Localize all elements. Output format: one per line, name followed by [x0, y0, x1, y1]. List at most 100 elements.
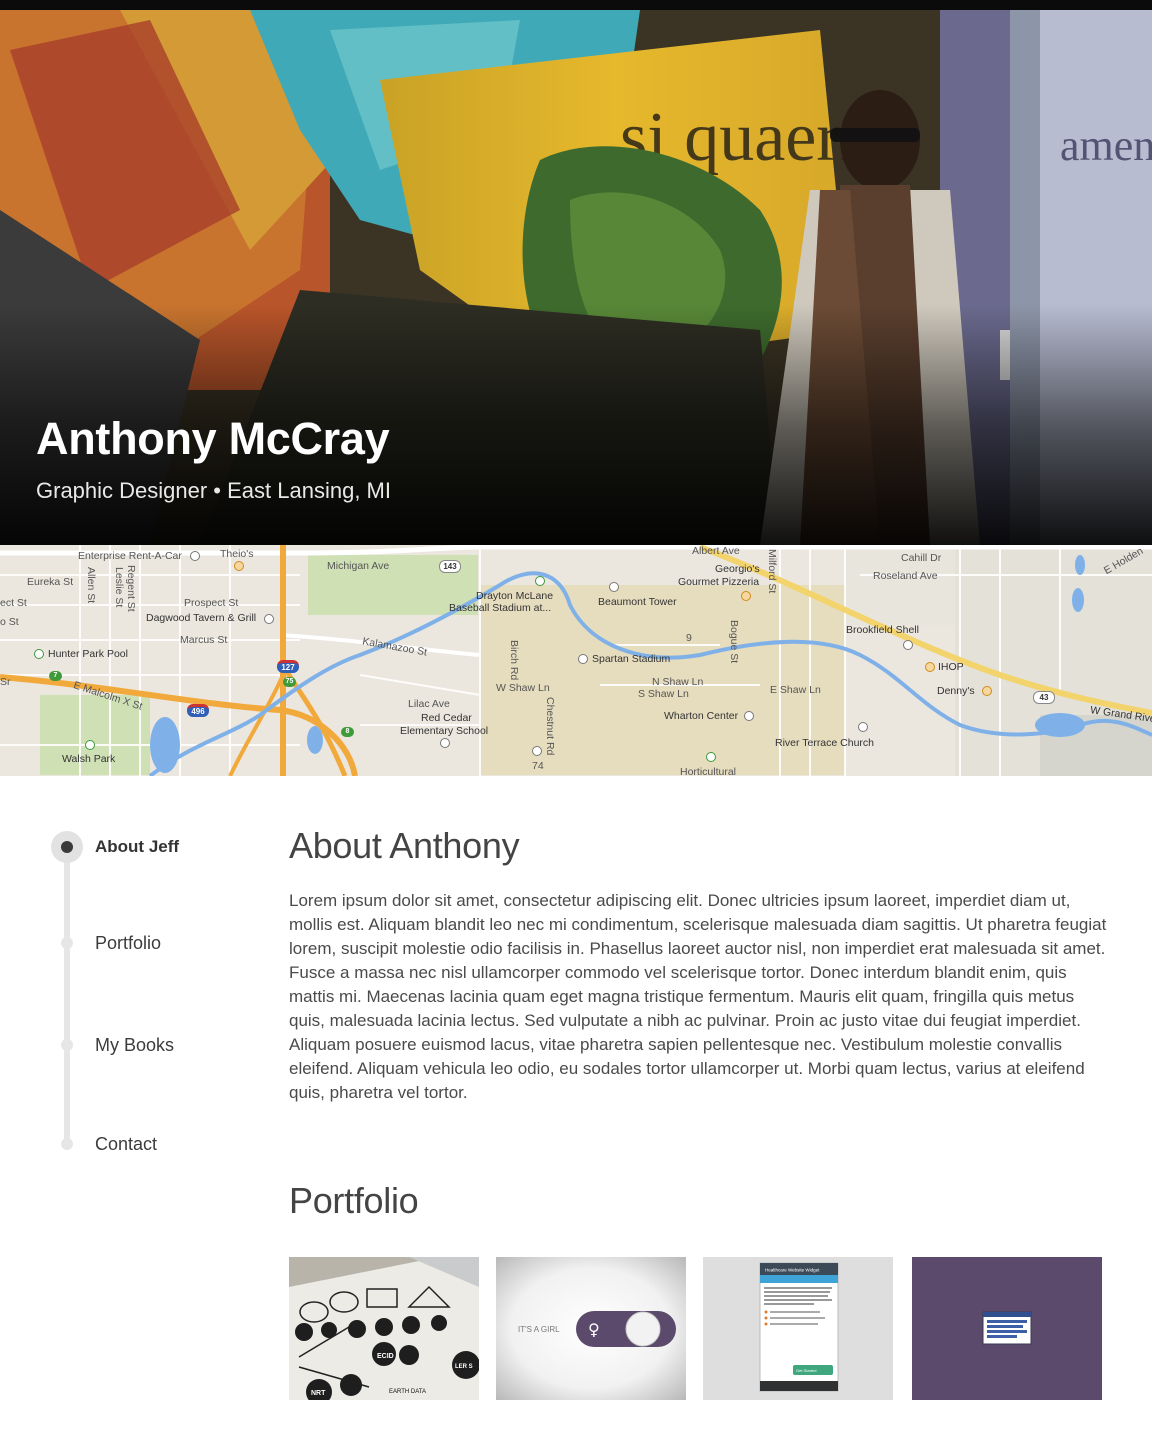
map-label-o-st: o St: [0, 616, 19, 628]
map-label-walsh-park: Walsh Park: [62, 753, 116, 765]
toggle-caption: IT'S A GIRL: [518, 1325, 560, 1334]
map-label-ihop: IHOP: [938, 661, 964, 673]
profile-subtitle: Graphic Designer • East Lansing, MI: [36, 478, 391, 503]
route-127-shield: 127: [277, 660, 299, 673]
map-label-enterprise: Enterprise Rent-A-Car: [78, 550, 182, 562]
poi-enterprise-marker: [190, 551, 200, 561]
map-label-chestnut-rd: Chestnut Rd: [544, 697, 556, 756]
portfolio-title: Portfolio: [289, 1180, 419, 1221]
portfolio-thumb-toggle[interactable]: IT'S A GIRL ♀: [496, 1257, 686, 1400]
map-label-albert-ave: Albert Ave: [692, 545, 740, 557]
sketch-text-earth-data: EARTH DATA: [389, 1389, 426, 1395]
map-label-lilac-ave: Lilac Ave: [408, 698, 450, 710]
map-label-birch-rd: Birch Rd: [508, 640, 520, 681]
nav-item-contact[interactable]: Contact: [0, 1125, 260, 1165]
toggle-image: IT'S A GIRL ♀: [496, 1257, 686, 1400]
nav-label-my-books: My Books: [95, 1035, 175, 1055]
poi-dagwood-marker: [264, 614, 274, 624]
map-label-prospect-st: Prospect St: [184, 597, 239, 609]
hero-banner: si quaeris amena Anthony McCray Graphic …: [0, 10, 1152, 545]
widget-title: Healthcare Website Widget: [765, 1268, 820, 1273]
map-label-horticultural: Horticultural: [680, 766, 737, 776]
map-label-dennys: Denny's: [937, 685, 975, 697]
route-143-shield: 143: [439, 560, 461, 573]
poi-horticultural-marker: [706, 752, 716, 762]
sketch-text-nrt: NRT: [311, 1390, 326, 1397]
nav-dot: [61, 1039, 73, 1051]
route-9-label: 9: [686, 632, 692, 644]
map-label-roseland-ave: Roseland Ave: [873, 570, 938, 582]
portfolio-thumb-widget[interactable]: Healthcare Website Widget Get Started: [703, 1257, 893, 1400]
route-75-shield: 75: [283, 677, 296, 687]
top-bar: [0, 0, 1152, 10]
location-map[interactable]: Enterprise Rent-A-Car Theio's Michigan A…: [0, 545, 1152, 776]
poi-school-marker: [440, 738, 450, 748]
purple-image: [912, 1257, 1102, 1400]
poi-spartan-marker: [578, 654, 588, 664]
poi-stadium-marker: [535, 576, 545, 586]
route-74-label: 74: [532, 760, 544, 772]
map-label-gourmet-pizzeria: Gourmet Pizzeria: [678, 576, 760, 588]
poi-pizzeria-marker: [741, 591, 751, 601]
map-label-marcus-st: Marcus St: [180, 634, 228, 646]
poi-theios-marker: [234, 561, 244, 571]
map-label-elementary: Elementary School: [400, 725, 489, 737]
map-label-n-shaw-ln: N Shaw Ln: [652, 676, 704, 688]
map-label-wharton: Wharton Center: [664, 710, 739, 722]
map-label-georgios: Georgio's: [715, 563, 760, 575]
poi-wharton-marker: [744, 711, 754, 721]
map-label-regent-st: Regent St: [125, 565, 137, 612]
widget-cta: Get Started: [796, 1368, 816, 1373]
route-7-shield: 7: [49, 671, 62, 681]
map-label-sr: Sr: [0, 676, 11, 688]
map-label-allen-st: Allen St: [85, 567, 97, 604]
poi-hunter-park-marker: [34, 649, 44, 659]
map-label-theios: Theio's: [220, 548, 254, 560]
girl-icon: ♀: [588, 1320, 600, 1339]
about-body: Lorem ipsum dolor sit amet, consectetur …: [289, 891, 1107, 1102]
map-label-bogue-st: Bogue St: [728, 620, 740, 664]
sketch-text-ler: LER S: [455, 1364, 473, 1370]
map-label-hunter-park: Hunter Park Pool: [48, 648, 128, 660]
nav-item-my-books[interactable]: My Books: [0, 1026, 260, 1066]
route-496-shield: 496: [187, 704, 209, 717]
about-title: About Anthony: [289, 825, 520, 866]
nav-dot: [61, 1138, 73, 1150]
portfolio-thumb-purple[interactable]: [912, 1257, 1102, 1400]
sketch-image: ECID EARTH DATA NRT LER S: [289, 1257, 479, 1400]
map-label-eureka-st: Eureka St: [27, 576, 74, 588]
poi-dennys-marker: [982, 686, 992, 696]
poi-walsh-park-marker: [85, 740, 95, 750]
portfolio-thumb-sketch[interactable]: ECID EARTH DATA NRT LER S: [289, 1257, 479, 1400]
map-label-red-cedar: Red Cedar: [421, 712, 472, 724]
poi-shell-marker: [903, 640, 913, 650]
map-label-w-shaw-ln: W Shaw Ln: [496, 682, 550, 694]
poi-beaumont-marker: [609, 582, 619, 592]
nav-timeline-line: [64, 852, 70, 1147]
map-label-spartan-stadium: Spartan Stadium: [592, 653, 671, 665]
nav-dot: [61, 937, 73, 949]
map-label-beaumont: Beaumont Tower: [598, 596, 677, 608]
map-label-drayton: Drayton McLane: [476, 590, 554, 602]
profile-name: Anthony McCray: [36, 413, 390, 464]
nav-item-about[interactable]: About Jeff: [0, 827, 260, 867]
map-label-baseball-stadium: Baseball Stadium at...: [449, 602, 552, 614]
map-label-river-terrace: River Terrace Church: [775, 737, 875, 749]
poi-chestnut-marker: [532, 746, 542, 756]
widget-image: Healthcare Website Widget Get Started: [703, 1257, 893, 1400]
sketch-text-ecid: ECID: [377, 1353, 394, 1360]
route-8-shield: 8: [341, 727, 354, 737]
map-label-cahill-dr: Cahill Dr: [901, 552, 942, 564]
poi-church-marker: [858, 722, 868, 732]
map-label-leslie-st: Leslie St: [113, 567, 125, 608]
nav-dot-active: [51, 831, 83, 863]
nav-label-contact: Contact: [95, 1134, 158, 1154]
nav-label-portfolio: Portfolio: [95, 933, 162, 953]
map-label-milford-st: Milford St: [766, 549, 778, 594]
map-label-brookfield: Brookfield Shell: [846, 624, 919, 636]
map-label-e-shaw-ln: E Shaw Ln: [770, 684, 821, 696]
poi-ihop-marker: [925, 662, 935, 672]
nav-item-portfolio[interactable]: Portfolio: [0, 925, 260, 965]
route-43-shield: 43: [1033, 691, 1055, 704]
map-label-ect-st: ect St: [0, 597, 27, 609]
